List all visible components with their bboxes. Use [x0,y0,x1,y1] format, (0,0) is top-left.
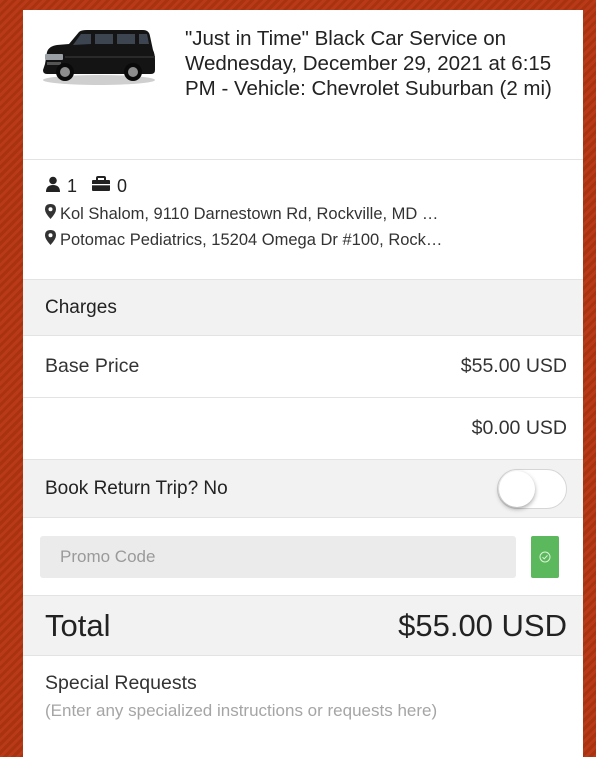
return-trip-toggle[interactable] [497,468,567,509]
vehicle-summary: "Just in Time" Black Car Service on Wedn… [23,10,583,160]
map-marker-icon [45,204,56,224]
extra-charge-value: $0.00 USD [471,417,567,439]
promo-code-input[interactable] [40,535,516,578]
total-label: Total [45,607,111,643]
pickup-address: Kol Shalom, 9110 Darnestown Rd, Rockvill… [45,204,565,224]
return-trip-row: Book Return Trip? No [23,460,583,518]
special-requests-label: Special Requests [45,672,197,694]
total-value: $55.00 USD [398,607,567,643]
charges-heading: Charges [23,280,583,336]
dropoff-address-text: Potomac Pediatrics, 15204 Omega Dr #100,… [60,231,443,249]
special-requests: Special Requests [23,656,583,741]
passenger-icon [45,176,61,197]
briefcase-icon [91,175,111,197]
base-price-label: Base Price [45,355,140,377]
black-suv-icon [43,30,155,85]
luggage-count: 0 [117,175,128,196]
pickup-address-text: Kol Shalom, 9110 Darnestown Rd, Rockvill… [60,205,439,223]
map-marker-icon [45,230,56,250]
check-circle-icon [539,551,551,562]
vehicle-description: "Just in Time" Black Car Service on Wedn… [185,27,552,100]
total-row: Total $55.00 USD [23,596,583,656]
base-price-value: $55.00 USD [460,355,567,377]
dropoff-address: Potomac Pediatrics, 15204 Omega Dr #100,… [45,230,565,250]
base-price-row: Base Price $55.00 USD [23,336,583,398]
apply-promo-button[interactable] [531,535,559,578]
toggle-knob [499,470,535,507]
trip-details: 1 0 Kol Shalom, 9110 Darnestown Rd, Rock… [23,160,583,280]
extra-charge-row: $0.00 USD [23,398,583,460]
return-trip-label: Book Return Trip? No [45,477,228,499]
special-requests-input[interactable] [45,701,565,741]
booking-card: "Just in Time" Black Car Service on Wedn… [23,10,583,757]
passenger-count: 1 [67,175,78,196]
trip-counts: 1 0 [45,174,583,198]
promo-row [23,518,583,596]
